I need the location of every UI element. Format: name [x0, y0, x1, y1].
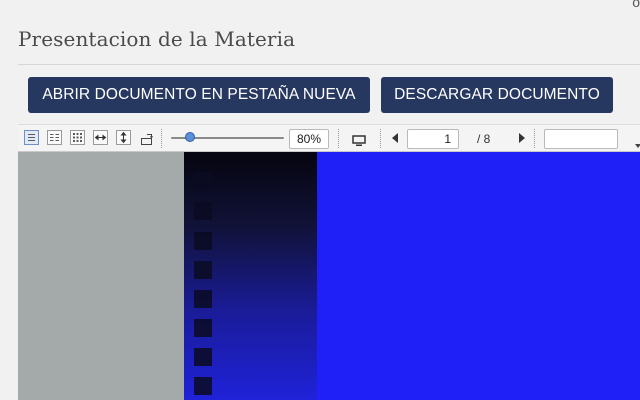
previous-page-icon[interactable]	[392, 133, 398, 143]
film-hole	[194, 377, 212, 395]
document-page	[184, 152, 640, 400]
thumbnail-grid-icon[interactable]	[70, 130, 85, 145]
film-hole	[194, 261, 212, 279]
page-dark-strip	[184, 152, 317, 400]
chevron-down-icon[interactable]	[635, 134, 640, 153]
viewer-toolbar: 80% 1 / 8	[18, 124, 640, 152]
monitor-icon[interactable]	[352, 132, 366, 151]
rotate-icon[interactable]	[139, 130, 154, 145]
toolbar-separator	[534, 129, 536, 148]
film-hole	[194, 232, 212, 250]
film-hole	[194, 172, 212, 190]
film-hole	[194, 348, 212, 366]
open-in-new-tab-button[interactable]: ABRIR DOCUMENTO EN PESTAÑA NUEVA	[28, 77, 370, 113]
document-canvas[interactable]	[18, 152, 640, 400]
next-page-icon[interactable]	[519, 133, 525, 143]
single-page-icon[interactable]	[24, 130, 39, 145]
two-page-icon[interactable]	[47, 130, 62, 145]
toolbar-separator	[161, 129, 163, 148]
search-input[interactable]	[544, 129, 618, 149]
film-hole	[194, 290, 212, 308]
download-document-button[interactable]: DESCARGAR DOCUMENTO	[381, 77, 613, 113]
page-title: Presentacion de la Materia	[18, 27, 296, 51]
toolbar-separator	[338, 129, 340, 148]
document-viewer: 80% 1 / 8	[18, 124, 640, 400]
fit-width-icon[interactable]	[93, 130, 108, 145]
page-total-label: / 8	[477, 132, 491, 146]
fit-height-icon[interactable]	[116, 130, 131, 145]
film-hole	[194, 202, 212, 220]
zoom-input[interactable]: 80%	[289, 129, 329, 149]
film-hole	[194, 319, 212, 337]
zoom-slider-handle[interactable]	[185, 132, 196, 142]
title-divider	[18, 64, 640, 65]
page-number-input[interactable]: 1	[407, 129, 459, 149]
toolbar-separator	[380, 129, 382, 148]
corner-glyph: o	[632, 0, 640, 10]
